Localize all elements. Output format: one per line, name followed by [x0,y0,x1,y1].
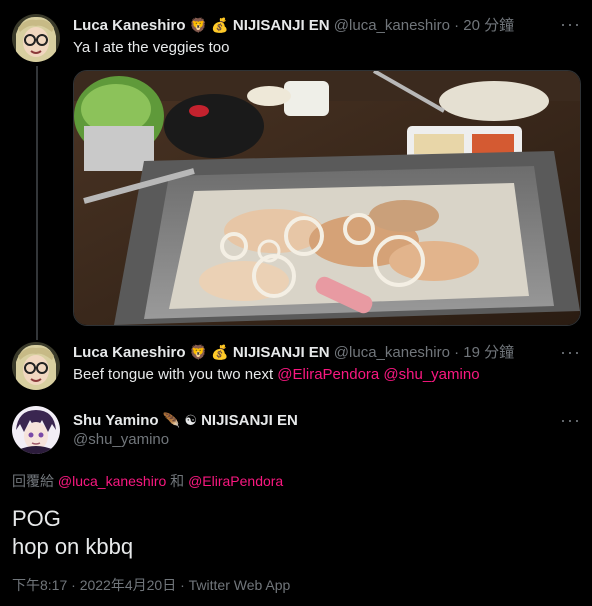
lion-emoji-icon: 🦁 [189,344,208,360]
tweet2-header: Luca Kaneshiro 🦁 💰 NIJISANJI EN @luca_ka… [73,342,514,363]
tweet1-header: Luca Kaneshiro 🦁 💰 NIJISANJI EN @luca_ka… [73,15,514,36]
main-header: Shu Yamino 🪶 ☯ NIJISANJI EN [73,410,298,431]
tweet2-more-icon[interactable]: ··· [560,342,581,362]
kbbq-photo-image [74,71,580,325]
reply-line: 回覆給 @luca_kaneshiro 和 @EliraPendora [12,471,283,491]
tweet1-text: Ya I ate the veggies too [73,39,230,56]
tweet2-org: NIJISANJI EN [232,344,330,361]
luca-avatar-icon [12,14,60,62]
reply-and: 和 [170,473,185,489]
tweet1-more-icon[interactable]: ··· [560,14,581,34]
tweet1-photo[interactable] [73,70,581,326]
tweet1-time[interactable]: · 20 分鐘 [454,17,514,34]
tweet2-name[interactable]: Luca Kaneshiro [73,344,186,361]
reply-mention-elira[interactable]: @EliraPendora [188,473,283,489]
lion-emoji-icon: 🦁 [189,17,208,33]
thread-line [36,66,38,340]
main-handle[interactable]: @shu_yamino [73,430,169,450]
money-bag-emoji-icon: 💰 [211,17,229,33]
tweet2-handle[interactable]: @luca_kaneshiro [334,344,450,361]
reply-mention-luca[interactable]: @luca_kaneshiro [58,473,166,489]
avatar-shu[interactable] [12,406,60,454]
yin-yang-emoji-icon: ☯ [184,412,197,428]
feather-emoji-icon: 🪶 [162,412,181,428]
main-meta[interactable]: 下午8:17 · 2022年4月20日 · Twitter Web App [12,575,290,595]
avatar-luca-2[interactable] [12,342,60,390]
reply-prefix: 回覆給 [12,473,54,489]
tweet1-handle[interactable]: @luca_kaneshiro [334,17,450,34]
mention-shu[interactable]: @shu_yamino [383,366,479,383]
tweet2-text: Beef tongue with you two next @EliraPend… [73,365,480,385]
tweet2-time[interactable]: · 19 分鐘 [454,344,514,361]
tweet2-text-prefix: Beef tongue with you two next [73,366,278,383]
main-name[interactable]: Shu Yamino [73,412,159,429]
main-body-line1: POG [12,506,61,531]
shu-avatar-icon [12,406,60,454]
tweet1-org: NIJISANJI EN [232,17,330,34]
main-org: NIJISANJI EN [201,412,298,429]
main-more-icon[interactable]: ··· [560,410,581,430]
luca-avatar-icon [12,342,60,390]
avatar-luca-1[interactable] [12,14,60,62]
main-body-line2: hop on kbbq [12,534,134,559]
mention-elira[interactable]: @EliraPendora [277,366,379,383]
money-bag-emoji-icon: 💰 [211,344,229,360]
tweet1-name[interactable]: Luca Kaneshiro [73,17,186,34]
